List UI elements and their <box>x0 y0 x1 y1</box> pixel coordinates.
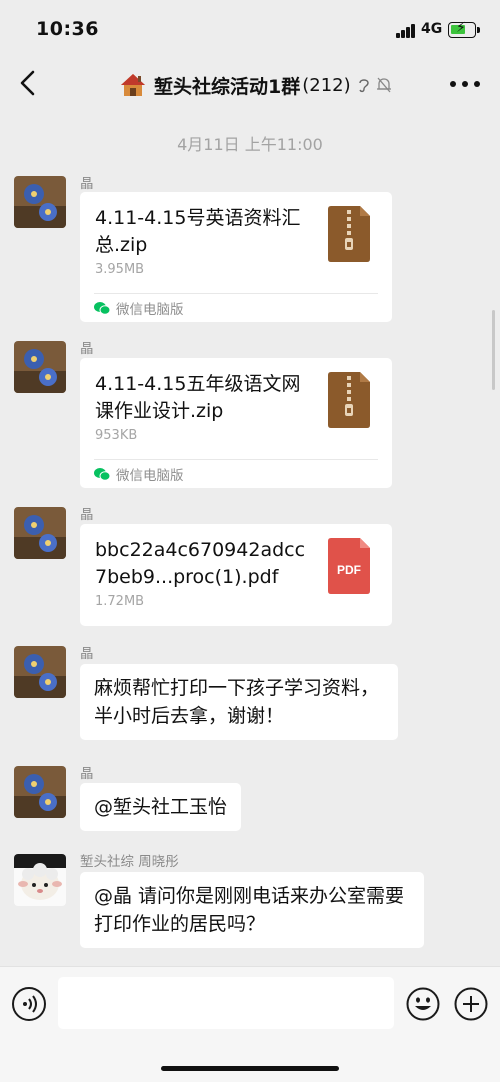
sender-avatar[interactable] <box>14 507 66 559</box>
text-message[interactable]: @堑头社工玉怡 <box>80 783 242 831</box>
status-bar: 10:36 4G ⚡ <box>0 0 500 56</box>
chat-header: 堑头社综活动1群 (212) <box>0 56 500 112</box>
mute-icons <box>357 76 393 94</box>
sender-name: 堑头社综 周晓彤 <box>80 854 179 870</box>
file-size: 953KB <box>95 428 138 443</box>
pdf-label: PDF <box>337 563 361 577</box>
voice-icon <box>23 995 37 1013</box>
sender-name: 晶 <box>80 507 94 523</box>
message-input-bar <box>0 966 500 1082</box>
zip-file-icon <box>328 372 370 428</box>
message-input[interactable] <box>58 977 394 1029</box>
signal-icon <box>396 24 416 38</box>
file-size: 3.95MB <box>95 262 145 277</box>
back-icon[interactable] <box>14 68 44 98</box>
member-count: (212) <box>302 74 351 96</box>
emoji-button[interactable] <box>406 987 440 1021</box>
home-indicator <box>161 1066 339 1071</box>
file-source: 微信电脑版 <box>94 298 184 318</box>
scroll-indicator <box>492 310 495 390</box>
more-options-icon[interactable] <box>450 81 480 89</box>
sender-avatar[interactable] <box>14 341 66 393</box>
chat-title-text: 堑头社综活动1群 <box>154 75 301 98</box>
file-source-text: 微信电脑版 <box>116 302 184 318</box>
sender-avatar[interactable] <box>14 854 66 906</box>
status-time: 10:36 <box>36 18 99 40</box>
house-emoji-icon <box>121 74 145 96</box>
earpiece-icon <box>358 79 369 93</box>
battery-icon: ⚡ <box>448 20 480 38</box>
sender-name: 晶 <box>80 176 94 192</box>
text-message[interactable]: 麻烦帮忙打印一下孩子学习资料，半小时后去拿，谢谢！ <box>80 664 398 740</box>
file-name: 4.11-4.15五年级语文网课作业设计.zip <box>95 373 301 422</box>
file-message[interactable]: bbc22a4c670942adcc7beb9...proc(1).pdf 1.… <box>80 524 392 626</box>
wechat-icon <box>94 468 110 481</box>
pdf-file-icon: PDF <box>328 538 370 594</box>
file-message[interactable]: 4.11-4.15五年级语文网课作业设计.zip 953KB 微信电脑版 <box>80 358 392 488</box>
voice-input-button[interactable] <box>12 987 46 1021</box>
file-size: 1.72MB <box>95 594 145 609</box>
message-timestamp: 4月11日 上午11:00 <box>177 135 323 154</box>
file-name: bbc22a4c670942adcc7beb9...proc(1).pdf <box>95 539 306 588</box>
file-source: 微信电脑版 <box>94 464 184 484</box>
network-type: 4G <box>421 21 443 37</box>
sender-avatar[interactable] <box>14 766 66 818</box>
sender-avatar[interactable] <box>14 646 66 698</box>
text-message[interactable]: @晶 请问你是刚刚电话来办公室需要打印作业的居民吗？ <box>80 872 424 948</box>
file-message[interactable]: 4.11-4.15号英语资料汇总.zip 3.95MB 微信电脑版 <box>80 192 392 322</box>
more-functions-button[interactable] <box>454 987 488 1021</box>
chat-title: 堑头社综活动1群 (212) <box>120 71 393 99</box>
mute-bell-icon <box>376 77 391 93</box>
file-source-text: 微信电脑版 <box>116 468 184 484</box>
file-name: 4.11-4.15号英语资料汇总.zip <box>95 207 301 256</box>
sender-name: 晶 <box>80 646 94 662</box>
sender-avatar[interactable] <box>14 176 66 228</box>
sender-name: 晶 <box>80 766 94 782</box>
sender-name: 晶 <box>80 341 94 357</box>
zip-file-icon <box>328 206 370 262</box>
wechat-icon <box>94 302 110 315</box>
